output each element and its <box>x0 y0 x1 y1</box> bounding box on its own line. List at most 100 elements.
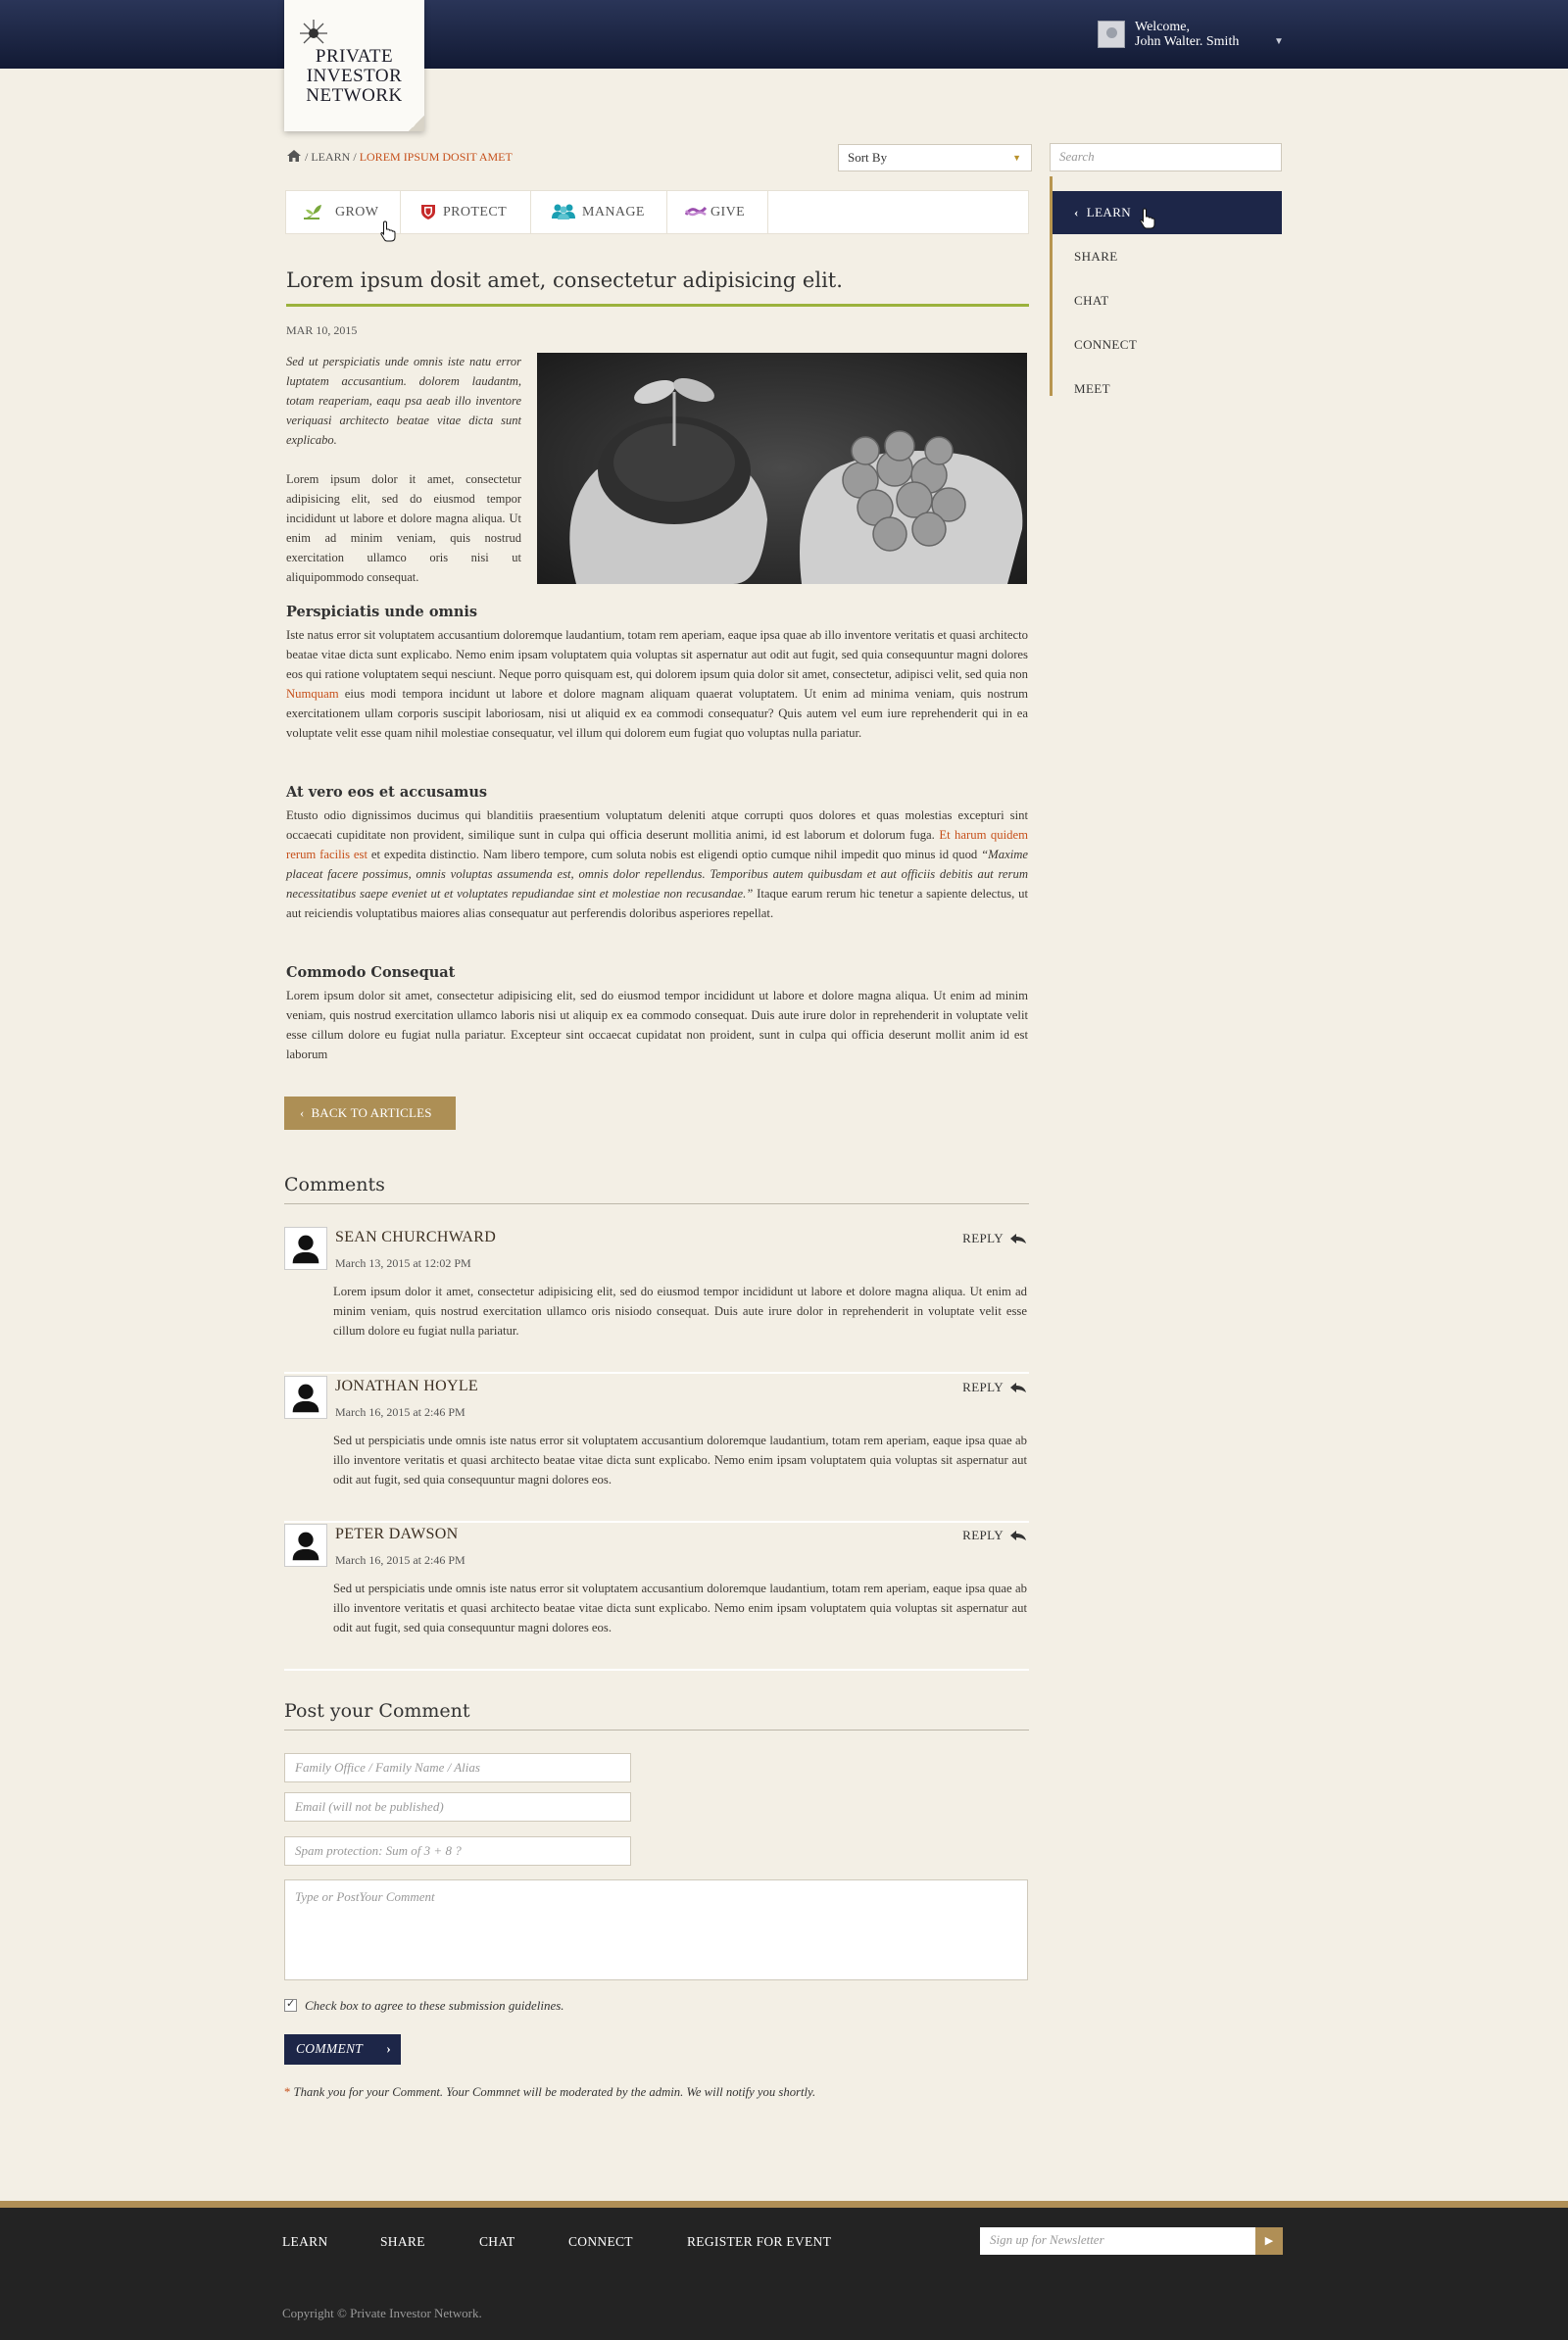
footer-link-share[interactable]: SHARE <box>380 2234 425 2250</box>
paragraph-text: Iste natus error sit voluptatem accusant… <box>286 628 1028 681</box>
article-intro-italic: Sed ut perspiciatis unde omnis iste natu… <box>286 355 521 447</box>
reply-arrow-icon <box>1010 1383 1026 1392</box>
breadcrumb-sep: / <box>305 150 309 164</box>
section-paragraph: Lorem ipsum dolor sit amet, consectetur … <box>286 989 1028 1061</box>
chevron-left-icon: ‹ <box>1074 205 1079 219</box>
reply-button[interactable]: REPLY <box>962 1380 1027 1395</box>
chevron-down-icon[interactable]: ▼ <box>1274 34 1284 49</box>
paragraph-text: et expedita distinctio. Nam libero tempo… <box>370 848 978 861</box>
comment-item: PETER DAWSON March 16, 2015 at 2:46 PM R… <box>284 1524 1029 1671</box>
footer-link-connect[interactable]: CONNECT <box>568 2234 633 2250</box>
tab-manage[interactable]: MANAGE <box>531 191 667 233</box>
tab-manage-label: MANAGE <box>582 205 645 219</box>
field-placeholder: Email (will not be published) <box>295 1799 444 1814</box>
breadcrumb-learn[interactable]: LEARN <box>311 150 350 164</box>
name-alias-field[interactable]: Family Office / Family Name / Alias <box>284 1753 631 1782</box>
dropdown-arrow-icon: ▼ <box>1012 153 1021 163</box>
inline-link[interactable]: Numquam <box>286 687 339 701</box>
welcome-text: Welcome, John Walter. Smith <box>1135 20 1239 49</box>
section-heading: Perspiciatis unde omnis <box>286 604 478 620</box>
sidebar-item-label: SHARE <box>1074 249 1118 264</box>
comment-author: JONATHAN HOYLE <box>335 1378 478 1394</box>
reply-button[interactable]: REPLY <box>962 1528 1027 1543</box>
breadcrumb-sep: / <box>353 150 357 164</box>
comments-heading: Comments <box>284 1174 1029 1204</box>
chevron-right-icon: › <box>386 2041 391 2056</box>
sidebar-item-chat[interactable]: CHAT <box>1053 279 1282 322</box>
comment-textarea[interactable]: Type or PostYour Comment <box>284 1879 1028 1980</box>
user-avatar <box>1098 21 1125 48</box>
section-heading: Commodo Consequat <box>286 964 456 981</box>
section-paragraph: Iste natus error sit voluptatem accusant… <box>286 625 1028 743</box>
back-to-articles-button[interactable]: ‹ BACK TO ARTICLES <box>284 1097 456 1130</box>
sidebar-item-connect[interactable]: CONNECT <box>1053 323 1282 366</box>
agree-checkbox[interactable] <box>284 1997 297 2012</box>
comment-date: March 16, 2015 at 2:46 PM <box>335 1405 466 1419</box>
sidebar-item-label: LEARN <box>1086 205 1132 219</box>
comment-item: SEAN CHURCHWARD March 13, 2015 at 12:02 … <box>284 1227 1029 1374</box>
comment-submit-button[interactable]: COMMENT › <box>284 2034 401 2065</box>
newsletter-input[interactable]: Sign up for Newsletter <box>980 2227 1255 2255</box>
sidebar-item-label: CHAT <box>1074 293 1109 308</box>
page-curl <box>409 116 424 131</box>
reply-arrow-icon <box>1010 1234 1026 1243</box>
site-logo[interactable]: PRIVATE INVESTOR NETWORK <box>284 0 424 131</box>
comment-date: March 13, 2015 at 12:02 PM <box>335 1256 471 1270</box>
tab-protect-label: PROTECT <box>443 205 508 219</box>
submit-label: COMMENT <box>296 2041 364 2056</box>
tab-protect[interactable]: PROTECT <box>401 191 531 233</box>
tab-give[interactable]: GIVE <box>667 191 768 233</box>
newsletter-placeholder: Sign up for Newsletter <box>990 2232 1104 2247</box>
post-comment-heading: Post your Comment <box>284 1700 1029 1731</box>
reply-button[interactable]: REPLY <box>962 1231 1027 1246</box>
footer-link-register[interactable]: REGISTER FOR EVENT <box>687 2234 831 2250</box>
search-input[interactable]: Search <box>1050 143 1282 171</box>
flower-logo-icon <box>300 20 327 44</box>
reply-arrow-icon <box>1010 1531 1026 1540</box>
tab-grow-label: GROW <box>335 205 379 219</box>
home-icon[interactable] <box>286 149 302 163</box>
sidebar-item-learn[interactable]: ‹ LEARN <box>1053 191 1282 234</box>
agree-row: Check box to agree to these submission g… <box>284 1997 564 2014</box>
comment-item: JONATHAN HOYLE March 16, 2015 at 2:46 PM… <box>284 1376 1029 1523</box>
tab-give-label: GIVE <box>710 205 746 219</box>
sort-by-select[interactable]: Sort By ▼ <box>838 144 1032 171</box>
sprout-icon <box>304 205 321 219</box>
sidebar-item-share[interactable]: SHARE <box>1053 235 1282 278</box>
note-text: Thank you for your Comment. Your Commnet… <box>293 2085 816 2099</box>
article-intro: Lorem ipsum dolor it amet, consectetur a… <box>286 472 521 584</box>
newsletter-submit-button[interactable]: ▶ <box>1255 2227 1283 2255</box>
hand-cursor-icon <box>1140 208 1155 229</box>
avatar <box>284 1524 327 1567</box>
footer: LEARN SHARE CHAT CONNECT REGISTER FOR EV… <box>0 2201 1568 2340</box>
category-nav: GROW PROTECT MANAGE GIVE <box>285 190 1029 234</box>
top-bar: Welcome, John Walter. Smith ▼ <box>0 0 1568 69</box>
comment-body: Sed ut perspiciatis unde omnis iste natu… <box>333 1434 1027 1487</box>
shield-icon <box>421 205 435 219</box>
paragraph-text: eius modi tempora incidunt ut labore et … <box>286 687 1029 740</box>
logo-line-3: NETWORK <box>306 85 403 106</box>
copyright: Copyright © Private Investor Network. <box>282 2306 482 2320</box>
sidebar-nav: ‹ LEARN SHARE CHAT CONNECT MEET <box>1050 176 1282 396</box>
comment-author: SEAN CHURCHWARD <box>335 1229 497 1245</box>
sidebar-item-meet[interactable]: MEET <box>1053 367 1282 411</box>
breadcrumb: / LEARN / LOREM IPSUM DOSIT AMET <box>286 149 513 165</box>
spam-protection-field[interactable]: Spam protection: Sum of 3 + 8 ? <box>284 1836 631 1866</box>
people-icon <box>552 204 575 219</box>
avatar <box>284 1227 327 1270</box>
field-placeholder: Family Office / Family Name / Alias <box>295 1760 480 1775</box>
footer-link-learn[interactable]: LEARN <box>282 2234 328 2250</box>
comment-body: Lorem ipsum dolor it amet, consectetur a… <box>333 1285 1027 1338</box>
email-field[interactable]: Email (will not be published) <box>284 1792 631 1822</box>
sort-by-label: Sort By <box>848 150 888 165</box>
logo-line-2: INVESTOR <box>306 66 403 86</box>
article-date: MAR 10, 2015 <box>286 323 358 337</box>
back-label: BACK TO ARTICLES <box>311 1105 432 1120</box>
footer-link-chat[interactable]: CHAT <box>479 2234 514 2250</box>
reply-label: REPLY <box>962 1380 1004 1394</box>
hand-cursor-icon <box>380 220 396 242</box>
handshake-icon <box>685 207 707 217</box>
breadcrumb-current: LOREM IPSUM DOSIT AMET <box>359 150 513 164</box>
comment-date: March 16, 2015 at 2:46 PM <box>335 1553 466 1567</box>
required-star: * <box>284 2085 291 2099</box>
